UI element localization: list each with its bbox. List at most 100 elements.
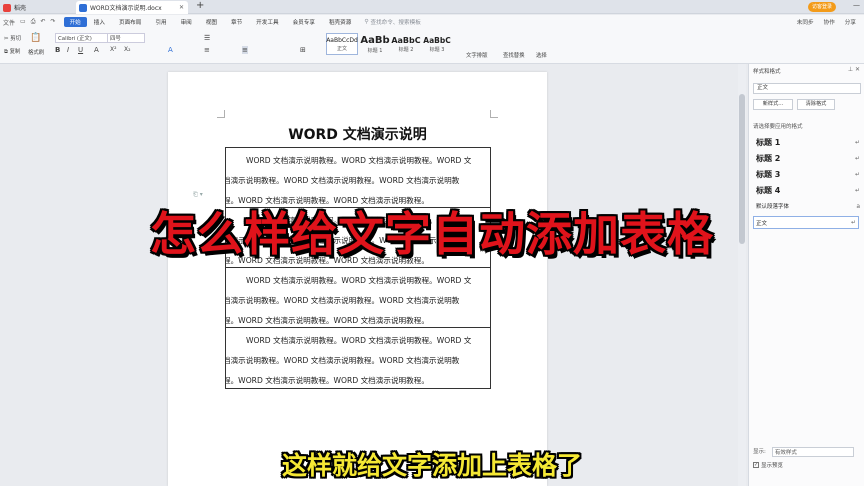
style-preview: AaBbC [391, 35, 421, 45]
paragraph-mark-icon: ↵ [854, 171, 860, 178]
title-bar: 稻壳 WORD文档演示说明.docx ✕ + 访客登录 — [0, 0, 864, 14]
file-menu-button[interactable]: 文件 [3, 18, 15, 27]
ribbon-home: ✂ 剪切 ⧉ 复制 📋 格式刷 Calibri (正文) 四号 B I U A … [0, 29, 864, 64]
share-button[interactable]: 分享 [845, 18, 856, 26]
tab-document[interactable]: WORD文档演示说明.docx ✕ [76, 1, 188, 14]
format-painter-button[interactable]: 格式刷 [28, 48, 44, 56]
clear-format-button[interactable]: 清除格式 [797, 99, 835, 110]
subscript-button[interactable]: X₂ [124, 46, 131, 53]
paragraph-mark-icon: ↵ [854, 155, 860, 162]
style-normal[interactable]: AaBbCcDd 正文 [326, 33, 358, 55]
underline-button[interactable]: U [78, 46, 83, 54]
table-cell[interactable]: WORD 文档演示说明教程。WORD 文档演示说明教程。WORD 文 档演示说明… [226, 268, 490, 328]
window-controls: — [853, 1, 860, 9]
new-style-button[interactable]: 新样式... [753, 99, 793, 110]
overlay-headline: 怎么样给文字自动添加表格 [150, 207, 714, 261]
style-caption: 正文 [336, 45, 347, 52]
tab-section[interactable]: 章节 [224, 18, 249, 26]
style-heading-2[interactable]: AaBbC 标题 2 [391, 33, 421, 55]
quick-access-toolbar: 文件 ▭ ⎙ ↶ ↷ [0, 18, 56, 27]
login-button[interactable]: 访客登录 [807, 2, 836, 12]
text-layout-button[interactable]: 文字排版 [466, 51, 488, 59]
panel-pin-icon[interactable]: ⊥ ✕ [848, 66, 860, 73]
paragraph-mark-icon: ↵ [854, 187, 860, 194]
tab-docer-home[interactable]: 稻壳 [3, 1, 63, 14]
tab-label: 稻壳 [14, 5, 27, 12]
tab-insert[interactable]: 插入 [87, 18, 112, 26]
style-preview: AaBbC [423, 35, 451, 45]
style-item-label: 标题 4 [756, 186, 781, 195]
cell-line: WORD 文档演示说明教程。WORD 文档演示说明教程。WORD 文 [246, 276, 472, 285]
italic-button[interactable]: I [67, 46, 69, 54]
cell-line: 程。WORD 文档演示说明教程。WORD 文档演示说明教程。 [226, 316, 429, 325]
copy-label: 复制 [9, 49, 21, 55]
style-heading-1[interactable]: AaBb 标题 1 [360, 33, 390, 55]
strikethrough-button[interactable]: A [94, 46, 99, 54]
style-item-heading-1[interactable]: 标题 1 ↵ [756, 137, 860, 148]
new-tab-button[interactable]: + [196, 0, 204, 11]
bold-button[interactable]: B [55, 46, 60, 54]
borders-icon[interactable]: ⊞ [300, 46, 306, 54]
paragraph-mark-icon: ↵ [854, 139, 860, 146]
superscript-button[interactable]: X² [110, 46, 117, 53]
justify-icon[interactable]: ≡ [242, 46, 248, 54]
style-preview: AaBbCcDd [326, 36, 358, 44]
style-heading-3[interactable]: AaBbC 标题 3 [421, 33, 453, 55]
search-placeholder: 查找命令、搜索模板 [370, 20, 421, 26]
font-size-select[interactable]: 四号 [107, 33, 145, 43]
cut-button[interactable]: ✂ 剪切 [4, 34, 21, 42]
style-caption: 标题 1 [367, 47, 383, 54]
print-icon[interactable]: ⎙ [31, 18, 36, 27]
docer-logo-icon [3, 3, 11, 12]
bullet-list-icon[interactable]: ☰ [204, 34, 210, 42]
copy-button[interactable]: ⧉ 复制 [4, 47, 20, 56]
current-style-select[interactable]: 正文 [753, 83, 861, 94]
font-name-select[interactable]: Calibri (正文) [55, 33, 113, 43]
redo-icon[interactable]: ↷ [51, 18, 56, 27]
tab-page-layout[interactable]: 页面布局 [112, 18, 148, 26]
cell-line: 程。WORD 文档演示说明教程。WORD 文档演示说明教程。 [226, 376, 429, 385]
find-replace-button[interactable]: 查找替换 [503, 51, 525, 59]
command-search[interactable]: ⚲ 查找命令、搜索模板 [364, 18, 420, 26]
collab-actions: 未同步 协作 分享 [797, 18, 856, 26]
style-item-label: 标题 1 [756, 138, 781, 147]
style-item-heading-2[interactable]: 标题 2 ↵ [756, 153, 860, 164]
menu-bar: 文件 ▭ ⎙ ↶ ↷ 开始 插入 页面布局 引用 审阅 视图 章节 开发工具 会… [0, 15, 864, 29]
select-button[interactable]: 选择 [536, 51, 547, 59]
cell-line: 档演示说明教程。WORD 文档演示说明教程。WORD 文档演示说明教 [226, 296, 460, 305]
style-item-heading-4[interactable]: 标题 4 ↵ [756, 185, 860, 196]
document-page[interactable]: WORD 文档演示说明 WORD 文档演示说明教程。WORD 文档演示说明教程。… [168, 72, 547, 486]
search-icon: ⚲ [364, 19, 369, 25]
cell-line: 档演示说明教程。WORD 文档演示说明教程。WORD 文档演示说明教 [226, 176, 460, 185]
tab-developer[interactable]: 开发工具 [249, 18, 285, 26]
vertical-scrollbar[interactable] [738, 64, 746, 486]
table-cell[interactable]: WORD 文档演示说明教程。WORD 文档演示说明教程。WORD 文 档演示说明… [226, 328, 490, 388]
tab-references[interactable]: 引用 [148, 18, 173, 26]
cell-line: 档演示说明教程。WORD 文档演示说明教程。WORD 文档演示说明教 [226, 356, 460, 365]
close-tab-icon[interactable]: ✕ [179, 4, 184, 11]
undo-icon[interactable]: ↶ [41, 18, 46, 27]
tab-view[interactable]: 视图 [199, 18, 224, 26]
minimize-icon[interactable]: — [853, 1, 860, 9]
style-item-label: 标题 3 [756, 170, 781, 179]
tab-review[interactable]: 审阅 [174, 18, 199, 26]
style-preview: AaBb [360, 34, 390, 46]
page-margin-mark [490, 110, 498, 118]
document-title: WORD 文档演示说明 [288, 127, 427, 143]
save-icon[interactable]: ▭ [20, 18, 26, 27]
style-caption: 标题 2 [398, 46, 414, 53]
cell-line: WORD 文档演示说明教程。WORD 文档演示说明教程。WORD 文 [246, 156, 472, 165]
collaborate-button[interactable]: 协作 [824, 18, 835, 26]
sync-status[interactable]: 未同步 [797, 18, 814, 26]
font-color-button[interactable]: A [168, 46, 173, 54]
tab-member[interactable]: 会员专享 [286, 18, 322, 26]
style-item-heading-3[interactable]: 标题 3 ↵ [756, 169, 860, 180]
tab-docer-resources[interactable]: 稻壳资源 [322, 18, 358, 26]
tab-home[interactable]: 开始 [63, 17, 87, 27]
panel-title: 样式和格式 [753, 69, 781, 75]
apply-style-label: 请选择要应用的格式 [753, 124, 803, 130]
style-caption: 标题 3 [429, 46, 445, 53]
paste-icon[interactable]: 📋 [30, 33, 41, 43]
align-left-icon[interactable]: ≡ [204, 46, 210, 54]
document-table[interactable]: WORD 文档演示说明教程。WORD 文档演示说明教程。WORD 文 档演示说明… [225, 147, 491, 389]
